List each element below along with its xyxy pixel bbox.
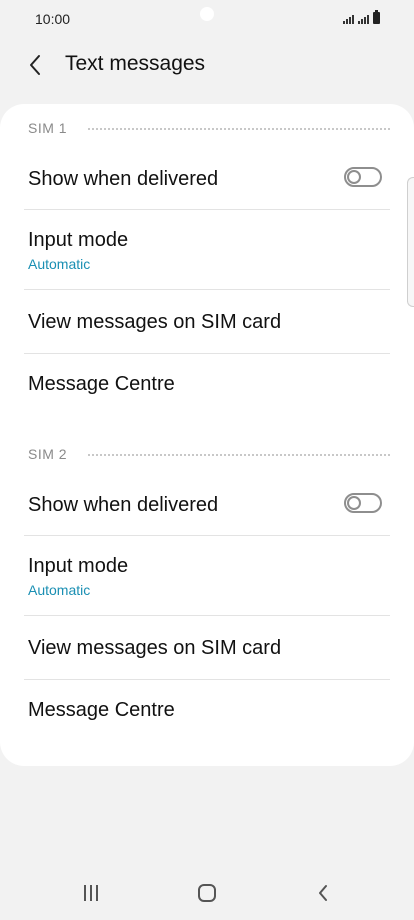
view-messages-row[interactable]: View messages on SIM card xyxy=(0,616,414,680)
row-label: View messages on SIM card xyxy=(28,637,282,659)
row-label: Input mode xyxy=(28,229,129,251)
back-button[interactable] xyxy=(22,50,52,80)
input-mode-value: Automatic xyxy=(28,582,91,598)
section-label: SIM 2 xyxy=(28,446,68,462)
nav-back-button[interactable] xyxy=(305,878,341,908)
show-when-delivered-toggle[interactable] xyxy=(344,493,382,513)
battery-icon xyxy=(373,10,380,24)
app-bar: Text messages xyxy=(0,40,414,90)
input-mode-row[interactable]: Input mode Automatic xyxy=(0,536,414,616)
status-bar: 10:00 xyxy=(0,0,414,40)
row-label: Message Centre xyxy=(28,373,175,395)
status-icons xyxy=(343,10,380,24)
row-label: View messages on SIM card xyxy=(28,311,282,333)
section-divider xyxy=(88,454,390,456)
row-label: Message Centre xyxy=(28,699,175,721)
toggle-knob xyxy=(347,496,361,510)
status-time: 10:00 xyxy=(35,11,71,27)
page-title: Text messages xyxy=(65,52,206,75)
back-icon xyxy=(319,885,327,901)
signal-icon xyxy=(343,15,354,24)
home-icon xyxy=(198,884,216,902)
navigation-bar xyxy=(0,862,414,920)
row-label: Show when delivered xyxy=(28,168,219,190)
section-header-sim1: SIM 1 xyxy=(0,104,414,150)
section-label: SIM 1 xyxy=(28,120,68,136)
view-messages-row[interactable]: View messages on SIM card xyxy=(0,290,414,354)
recent-apps-button[interactable] xyxy=(73,878,109,908)
input-mode-value: Automatic xyxy=(28,256,91,272)
camera-cutout xyxy=(200,7,214,21)
show-when-delivered-row[interactable]: Show when delivered xyxy=(0,150,414,210)
row-label: Show when delivered xyxy=(28,494,219,516)
message-centre-row[interactable]: Message Centre xyxy=(0,680,414,744)
scrollbar[interactable] xyxy=(407,177,414,307)
home-button[interactable] xyxy=(189,878,225,908)
show-when-delivered-row[interactable]: Show when delivered xyxy=(0,476,414,536)
section-divider xyxy=(88,128,390,130)
row-label: Input mode xyxy=(28,555,129,577)
section-header-sim2: SIM 2 xyxy=(0,430,414,476)
message-centre-row[interactable]: Message Centre xyxy=(0,354,414,418)
settings-card: SIM 1 Show when delivered Input mode Aut… xyxy=(0,104,414,766)
chevron-left-icon xyxy=(30,55,40,75)
signal-icon xyxy=(358,15,369,24)
toggle-knob xyxy=(347,170,361,184)
recent-apps-icon xyxy=(84,885,98,901)
show-when-delivered-toggle[interactable] xyxy=(344,167,382,187)
input-mode-row[interactable]: Input mode Automatic xyxy=(0,210,414,290)
